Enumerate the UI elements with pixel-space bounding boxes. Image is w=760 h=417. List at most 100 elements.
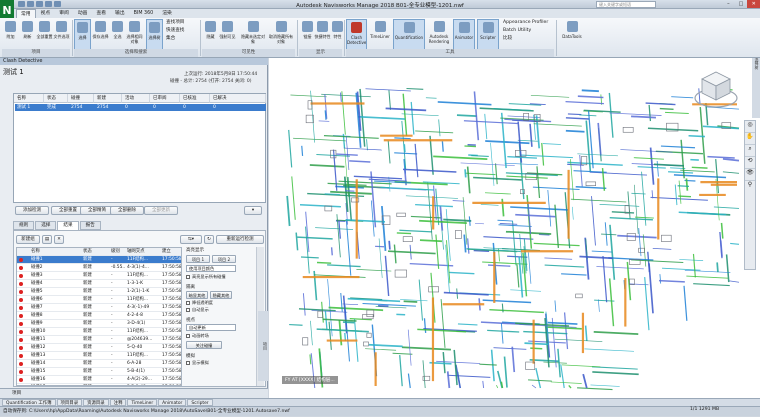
update-all-button[interactable]: 全部更新 <box>144 206 178 215</box>
group-display[interactable]: 显示 <box>299 49 342 57</box>
group-tools[interactable]: 工具 <box>346 49 554 57</box>
select-same-button[interactable]: 选择相同对象 <box>126 19 143 50</box>
sets-button[interactable]: 集合 <box>166 36 175 42</box>
zoom-icon[interactable]: ⌕ <box>745 145 755 157</box>
compare-button[interactable]: 比较 <box>503 36 512 42</box>
delete-all-button[interactable]: 全部删除 <box>110 206 144 215</box>
search-input[interactable]: 键入关键字或短语 <box>596 1 656 8</box>
tab-animation[interactable]: 动画 <box>74 9 92 18</box>
group-select-search[interactable]: 选择和搜索 <box>74 49 198 57</box>
table-row[interactable]: 碰撞3新建-11F结构...17:50:58 08-05 <box>17 272 182 280</box>
viewcube[interactable] <box>692 64 740 112</box>
rerun-test-button[interactable]: 重新运行检测 <box>216 235 264 244</box>
reduce-transparency-checkbox[interactable]: 降低透明度 <box>186 300 213 306</box>
tab-rules[interactable]: 规则 <box>13 221 34 230</box>
tab-output[interactable]: 输出 <box>111 9 129 18</box>
assign-icon[interactable]: ⇆▾ <box>180 235 202 244</box>
animate-checkbox[interactable]: 动画转场 <box>186 333 209 339</box>
append-button[interactable]: 附加 <box>2 19 19 50</box>
table-row[interactable]: 碰撞10新建-11F结构...17:50:58 08-05 <box>17 328 182 336</box>
tab-report[interactable]: 报告 <box>80 221 101 230</box>
undo-icon[interactable] <box>36 1 43 7</box>
select-button[interactable]: 选择 <box>74 19 91 50</box>
import-export-icon[interactable]: ▾ <box>244 206 262 215</box>
highlight-all-checkbox[interactable]: 高亮显示所有碰撞 <box>186 274 226 280</box>
tab-render[interactable]: 渲染 <box>158 9 176 18</box>
quick-find-input[interactable]: 快速查找 <box>166 28 184 34</box>
autodesk-rendering-button[interactable]: Autodesk Rendering <box>427 19 451 50</box>
selection-tree-button[interactable]: 选择树 <box>146 19 163 50</box>
col-approved[interactable]: 已核准 <box>180 94 210 103</box>
tab-view[interactable]: 查看 <box>92 9 110 18</box>
tab-quantification-workbook[interactable]: Quantification 工作簿 <box>2 399 56 406</box>
table-row[interactable]: 碰撞9新建-3-D-4(1)17:50:58 08-05 <box>17 320 182 328</box>
item1-toggle[interactable]: 项目 1 <box>186 255 210 263</box>
file-options-button[interactable]: 文件选项 <box>53 19 70 50</box>
item2-toggle[interactable]: 项目 2 <box>212 255 236 263</box>
col-new[interactable]: 新建 <box>94 94 122 103</box>
tab-animator[interactable]: Animator <box>158 399 186 406</box>
col-level[interactable]: 级别 <box>111 248 125 256</box>
col-status[interactable]: 状态 <box>83 248 107 256</box>
table-row[interactable]: 碰撞4新建-1-3-1-K17:50:58 08-05 <box>17 280 182 288</box>
reset-all-button[interactable]: 全部重置 <box>36 19 53 50</box>
pan-icon[interactable]: ✋ <box>745 133 755 145</box>
show-simulation-checkbox[interactable]: 显示模拟 <box>186 360 209 366</box>
tab-comments[interactable]: 注释 <box>110 399 127 406</box>
batch-utility-button[interactable]: Batch Utility <box>503 28 531 34</box>
col-clashes[interactable]: 碰撞 <box>68 94 94 103</box>
tab-bim360[interactable]: BIM 360 <box>130 9 158 18</box>
table-row[interactable]: 碰撞17新建-5-B-1-4817:50:58 08-05 <box>17 384 182 386</box>
col-reviewed[interactable]: 已审阅 <box>150 94 180 103</box>
table-row[interactable]: 碰撞12新建-5-Q-4017:50:58 08-05 <box>17 344 182 352</box>
table-row[interactable]: 碰撞8新建-4-2-4-817:50:58 08-05 <box>17 312 182 320</box>
require-button[interactable]: 强制可见 <box>219 19 236 50</box>
maximize-icon[interactable]: □ <box>735 0 748 8</box>
tab-home[interactable]: 常用 <box>16 9 36 18</box>
table-row[interactable]: 碰撞2新建-0.55...4-3(1)-4...17:50:58 08-05 <box>17 264 182 272</box>
tab-results[interactable]: 结果 <box>57 221 78 230</box>
refresh-button[interactable]: 刷新 <box>19 19 36 50</box>
table-row[interactable]: 碰撞13新建-11F结构...17:50:58 08-05 <box>17 352 182 360</box>
print-icon[interactable] <box>54 1 61 7</box>
look-icon[interactable]: 👁 <box>745 169 755 181</box>
minimize-icon[interactable]: – <box>722 0 735 8</box>
quantification-button[interactable]: Quantification <box>393 19 425 50</box>
group-visibility[interactable]: 可见性 <box>202 49 295 57</box>
hide-unselected-button[interactable]: 隐藏未选定对象 <box>240 19 266 50</box>
appearance-profiler-button[interactable]: Appearance Profiler <box>503 20 548 26</box>
table-row[interactable]: 碰撞11新建-@204639...17:50:58 08-05 <box>17 336 182 344</box>
close-icon[interactable]: ✕ <box>747 0 760 8</box>
display-settings-strip[interactable]: 项目 <box>258 311 268 381</box>
selection-tree-dock[interactable]: 选择树 <box>752 58 760 118</box>
new-group-button[interactable]: 新建组 <box>16 235 40 244</box>
col-status[interactable]: 状态 <box>44 94 68 103</box>
color-select[interactable]: 使用项目颜色 <box>186 265 236 272</box>
table-row[interactable]: 碰撞14新建-6-A-2817:50:58 08-05 <box>17 360 182 368</box>
save-icon[interactable] <box>27 1 34 7</box>
hide-button[interactable]: 隐藏 <box>202 19 219 50</box>
compact-all-button[interactable]: 全部精简 <box>80 206 114 215</box>
3d-viewport[interactable] <box>269 58 760 398</box>
select-all-button[interactable]: 全选 <box>109 19 126 50</box>
find-items-button[interactable]: 查找项目 <box>166 20 184 26</box>
viewpoint-select[interactable]: 自动更新 <box>186 324 236 331</box>
table-row[interactable]: 碰撞15新建-5-B-4(1)17:50:58 08-05 <box>17 368 182 376</box>
auto-reveal-checkbox[interactable]: 自动显示 <box>186 307 209 313</box>
focus-clash-button[interactable]: 关注碰撞 <box>186 341 222 349</box>
walk-icon[interactable]: ⚲ <box>745 181 755 193</box>
col-resolved[interactable]: 已解决 <box>210 94 266 103</box>
group-project[interactable]: 项目 <box>2 49 70 57</box>
steering-wheel-icon[interactable]: ◎ <box>745 121 755 133</box>
tab-scripter[interactable]: Scripter <box>187 399 212 406</box>
tab-timeliner[interactable]: TimeLiner <box>127 399 157 406</box>
table-row[interactable]: 碰撞16新建-4-A(2)-29...17:50:58 08-05 <box>17 376 182 384</box>
col-active[interactable]: 活动 <box>122 94 150 103</box>
unhide-all-button[interactable]: 取消隐藏所有对象 <box>268 19 294 50</box>
table-row[interactable]: 碰撞7新建-4-3(-1)-4917:50:58 08-05 <box>17 304 182 312</box>
model-view[interactable] <box>269 58 760 398</box>
delete-group-icon[interactable]: ✕ <box>54 235 64 244</box>
scripter-button[interactable]: Scripter <box>477 19 499 50</box>
dim-others-button[interactable]: 暗显其他 <box>186 291 208 299</box>
docked-project-bar[interactable]: 项目 <box>0 388 268 398</box>
